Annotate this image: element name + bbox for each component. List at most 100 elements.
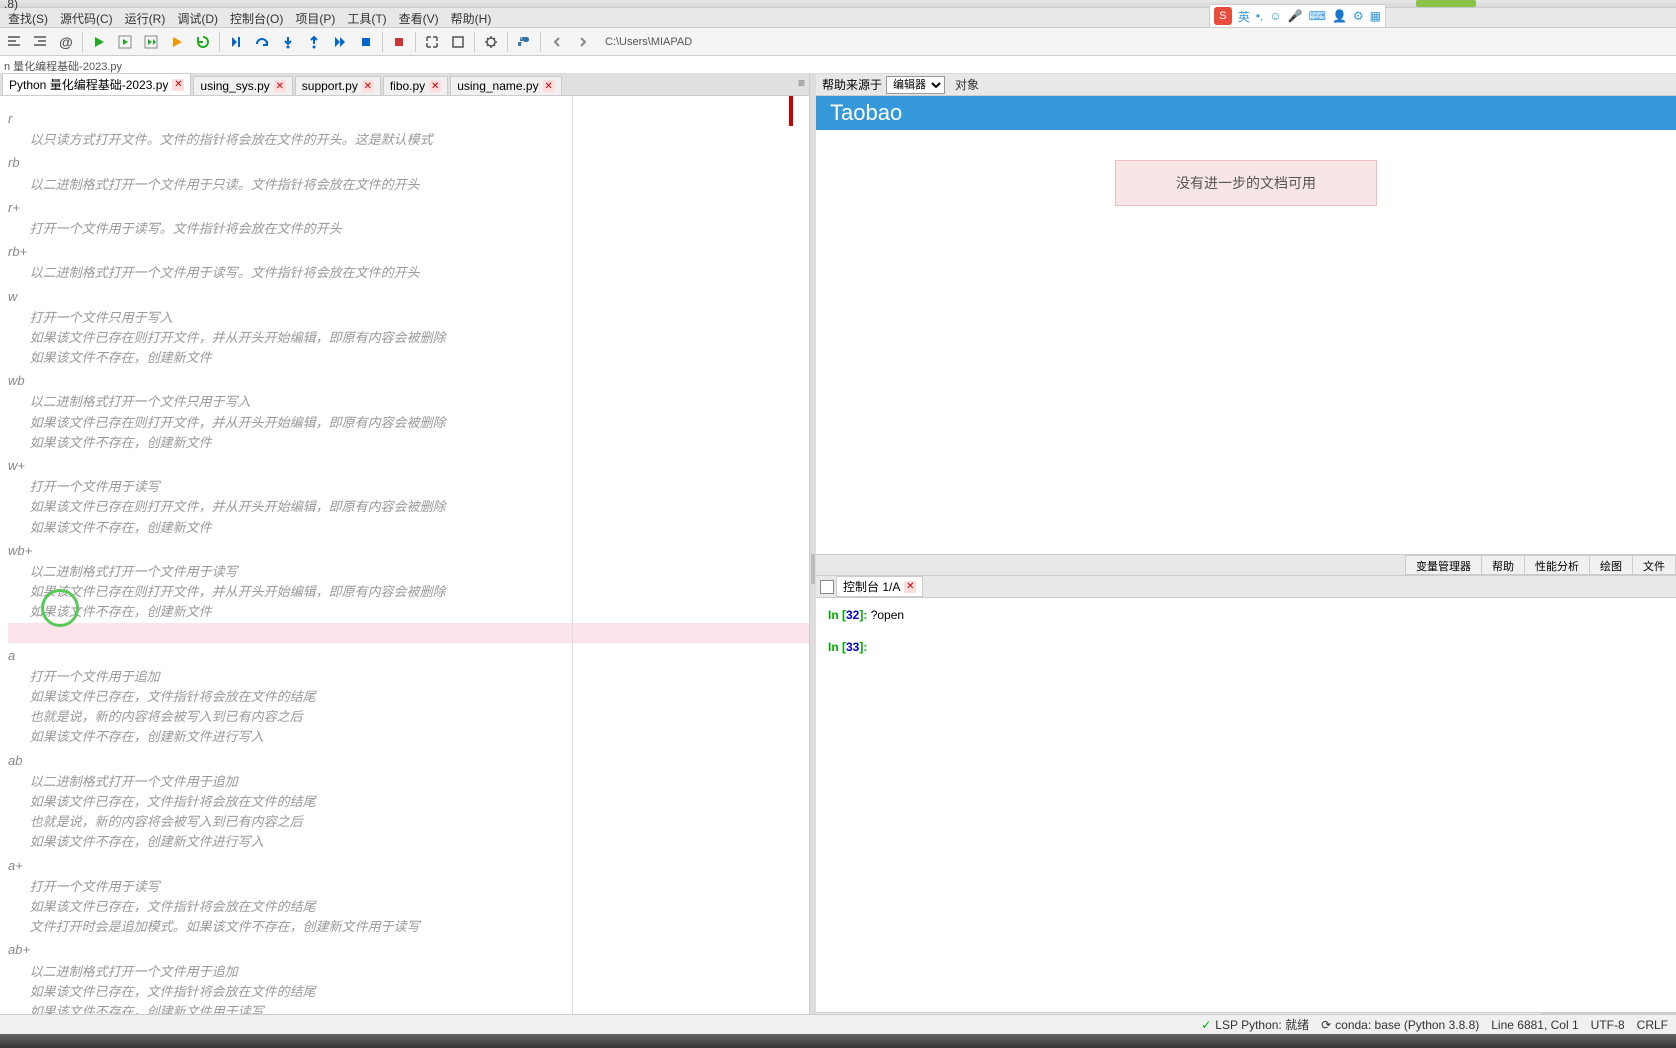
menu-projects[interactable]: 项目(P) xyxy=(289,8,341,27)
ime-toolbar[interactable]: S 英 •, ☺ 🎤 ⌨ 👤 ⚙ ▦ xyxy=(1209,4,1386,28)
editor-panel: Python 量化编程基础-2023.py✕ using_sys.py✕ sup… xyxy=(0,74,810,1034)
console-browse-icon[interactable] xyxy=(820,580,834,594)
code-comment-line: 如果该文件不存在，创建新文件进行写入 xyxy=(8,727,809,747)
tab-using-name[interactable]: using_name.py✕ xyxy=(450,76,561,95)
rerun-icon[interactable] xyxy=(191,30,215,54)
debug-icon[interactable] xyxy=(224,30,248,54)
sogou-icon[interactable]: S xyxy=(1214,7,1232,25)
code-comment-line: 打开一个文件用于读写。文件指针将会放在文件的开头 xyxy=(8,219,809,239)
code-comment-line: 也就是说，新的内容将会被写入到已有内容之后 xyxy=(8,812,809,832)
tab-using-sys[interactable]: using_sys.py✕ xyxy=(193,76,292,95)
ipython-console[interactable]: In [32]: ?open In [33]: xyxy=(816,598,1676,1012)
ime-language[interactable]: 英 xyxy=(1238,8,1250,25)
code-comment-line: 如果该文件已存在，文件指针将会放在文件的结尾 xyxy=(8,687,809,707)
ime-settings-icon[interactable]: ⚙ xyxy=(1353,9,1364,23)
step-into-icon[interactable] xyxy=(276,30,300,54)
help-source-bar: 帮助来源于 编辑器 对象 xyxy=(816,74,1676,96)
ime-emoji-icon[interactable]: ☺ xyxy=(1269,9,1281,23)
help-source-select[interactable]: 编辑器 xyxy=(886,76,945,94)
console-tab[interactable]: 控制台 1/A✕ xyxy=(836,576,923,597)
toolbar: @ C:\Users\MIAPAD xyxy=(0,28,1676,56)
indent-icon[interactable] xyxy=(2,30,26,54)
close-icon[interactable]: ✕ xyxy=(904,581,916,593)
tab-fibo[interactable]: fibo.py✕ xyxy=(383,76,448,95)
tab-files[interactable]: 文件 xyxy=(1632,555,1676,575)
back-icon[interactable] xyxy=(545,30,569,54)
help-no-doc-message: 没有进一步的文档可用 xyxy=(1115,160,1377,206)
code-comment-line: 以二进制格式打开一个文件用于追加 xyxy=(8,962,809,982)
code-comment-line: 以二进制格式打开一个文件只用于写入 xyxy=(8,392,809,412)
file-mode-label: wb xyxy=(8,368,809,392)
code-comment-line: 打开一个文件用于读写 xyxy=(8,877,809,897)
code-comment-line: 也就是说，新的内容将会被写入到已有内容之后 xyxy=(8,707,809,727)
ime-user-icon[interactable]: 👤 xyxy=(1332,9,1347,23)
code-editor[interactable]: r 以只读方式打开文件。文件的指针将会放在文件的开头。这是默认模式rb 以二进制… xyxy=(0,96,809,1034)
breadcrumb: n 量化编程基础-2023.py xyxy=(0,56,1676,74)
ime-voice-icon[interactable]: 🎤 xyxy=(1288,9,1303,23)
code-comment-line: 以二进制格式打开一个文件用于只读。文件指针将会放在文件的开头 xyxy=(8,175,809,195)
code-comment-line: 如果该文件已存在，文件指针将会放在文件的结尾 xyxy=(8,897,809,917)
tab-main[interactable]: Python 量化编程基础-2023.py✕ xyxy=(2,73,191,95)
menu-consoles[interactable]: 控制台(O) xyxy=(224,8,289,27)
run-cell-advance-icon[interactable] xyxy=(139,30,163,54)
step-out-icon[interactable] xyxy=(302,30,326,54)
code-comment-line: 文件打开时会是追加模式。如果该文件不存在，创建新文件用于读写 xyxy=(8,917,809,937)
continue-icon[interactable] xyxy=(328,30,352,54)
console-input-line[interactable]: In [33]: xyxy=(828,640,1664,654)
python-path-icon[interactable] xyxy=(512,30,536,54)
run-cell-icon[interactable] xyxy=(113,30,137,54)
os-taskbar[interactable] xyxy=(0,1034,1676,1048)
fullscreen-icon[interactable] xyxy=(446,30,470,54)
code-comment-line: 如果该文件已存在则打开文件，并从开头开始编辑，即原有内容会被删除 xyxy=(8,582,809,602)
menu-tools[interactable]: 工具(T) xyxy=(341,8,392,27)
forward-icon[interactable] xyxy=(571,30,595,54)
close-icon[interactable]: ✕ xyxy=(274,80,286,92)
code-comment-line: 如果该文件不存在，创建新文件进行写入 xyxy=(8,832,809,852)
code-comment-line: 如果该文件已存在，文件指针将会放在文件的结尾 xyxy=(8,792,809,812)
tab-variable-explorer[interactable]: 变量管理器 xyxy=(1405,555,1482,575)
run-icon[interactable] xyxy=(87,30,111,54)
working-dir: C:\Users\MIAPAD xyxy=(605,36,692,48)
help-source-label: 帮助来源于 xyxy=(822,76,882,93)
status-encoding[interactable]: UTF-8 xyxy=(1591,1018,1625,1032)
file-mode-label: rb+ xyxy=(8,239,809,263)
tab-options-icon[interactable]: ≡ xyxy=(798,76,805,90)
menu-source[interactable]: 源代码(C) xyxy=(54,8,119,27)
ime-skin-icon[interactable]: ▦ xyxy=(1370,9,1381,23)
at-icon[interactable]: @ xyxy=(54,30,78,54)
menu-help[interactable]: 帮助(H) xyxy=(445,8,498,27)
close-icon[interactable]: ✕ xyxy=(362,80,374,92)
close-icon[interactable]: ✕ xyxy=(429,80,441,92)
close-icon[interactable]: ✕ xyxy=(543,80,555,92)
maximize-icon[interactable] xyxy=(420,30,444,54)
menu-search[interactable]: 查找(S) xyxy=(2,8,54,27)
close-icon[interactable]: ✕ xyxy=(172,79,184,91)
tab-plots[interactable]: 绘图 xyxy=(1589,555,1633,575)
console-input-line: In [32]: ?open xyxy=(828,608,1664,622)
status-lsp[interactable]: ✓LSP Python: 就绪 xyxy=(1201,1016,1309,1033)
status-eol[interactable]: CRLF xyxy=(1637,1018,1668,1032)
vertical-splitter[interactable] xyxy=(810,74,816,1034)
step-over-icon[interactable] xyxy=(250,30,274,54)
stop-icon[interactable] xyxy=(387,30,411,54)
tab-profiler[interactable]: 性能分析 xyxy=(1524,555,1590,575)
ime-keyboard-icon[interactable]: ⌨ xyxy=(1309,9,1326,23)
tab-support[interactable]: support.py✕ xyxy=(295,76,381,95)
code-comment-line: 如果该文件不存在，创建新文件 xyxy=(8,348,809,368)
ime-punct-icon[interactable]: •, xyxy=(1256,9,1264,23)
code-comment-line: 以二进制格式打开一个文件用于追加 xyxy=(8,772,809,792)
file-mode-label: a xyxy=(8,643,809,667)
outdent-icon[interactable] xyxy=(28,30,52,54)
editor-tab-bar: Python 量化编程基础-2023.py✕ using_sys.py✕ sup… xyxy=(0,74,809,96)
current-line xyxy=(8,623,809,643)
run-selection-icon[interactable] xyxy=(165,30,189,54)
menu-run[interactable]: 运行(R) xyxy=(119,8,172,27)
tab-help[interactable]: 帮助 xyxy=(1481,555,1525,575)
stop-debug-icon[interactable] xyxy=(354,30,378,54)
code-comment-line: 如果该文件已存在则打开文件，并从开头开始编辑，即原有内容会被删除 xyxy=(8,413,809,433)
status-conda[interactable]: ⟳conda: base (Python 3.8.8) xyxy=(1321,1018,1479,1032)
menu-view[interactable]: 查看(V) xyxy=(393,8,445,27)
menu-debug[interactable]: 调试(D) xyxy=(171,8,224,27)
preferences-icon[interactable] xyxy=(479,30,503,54)
code-comment-line: 以二进制格式打开一个文件用于读写。文件指针将会放在文件的开头 xyxy=(8,263,809,283)
